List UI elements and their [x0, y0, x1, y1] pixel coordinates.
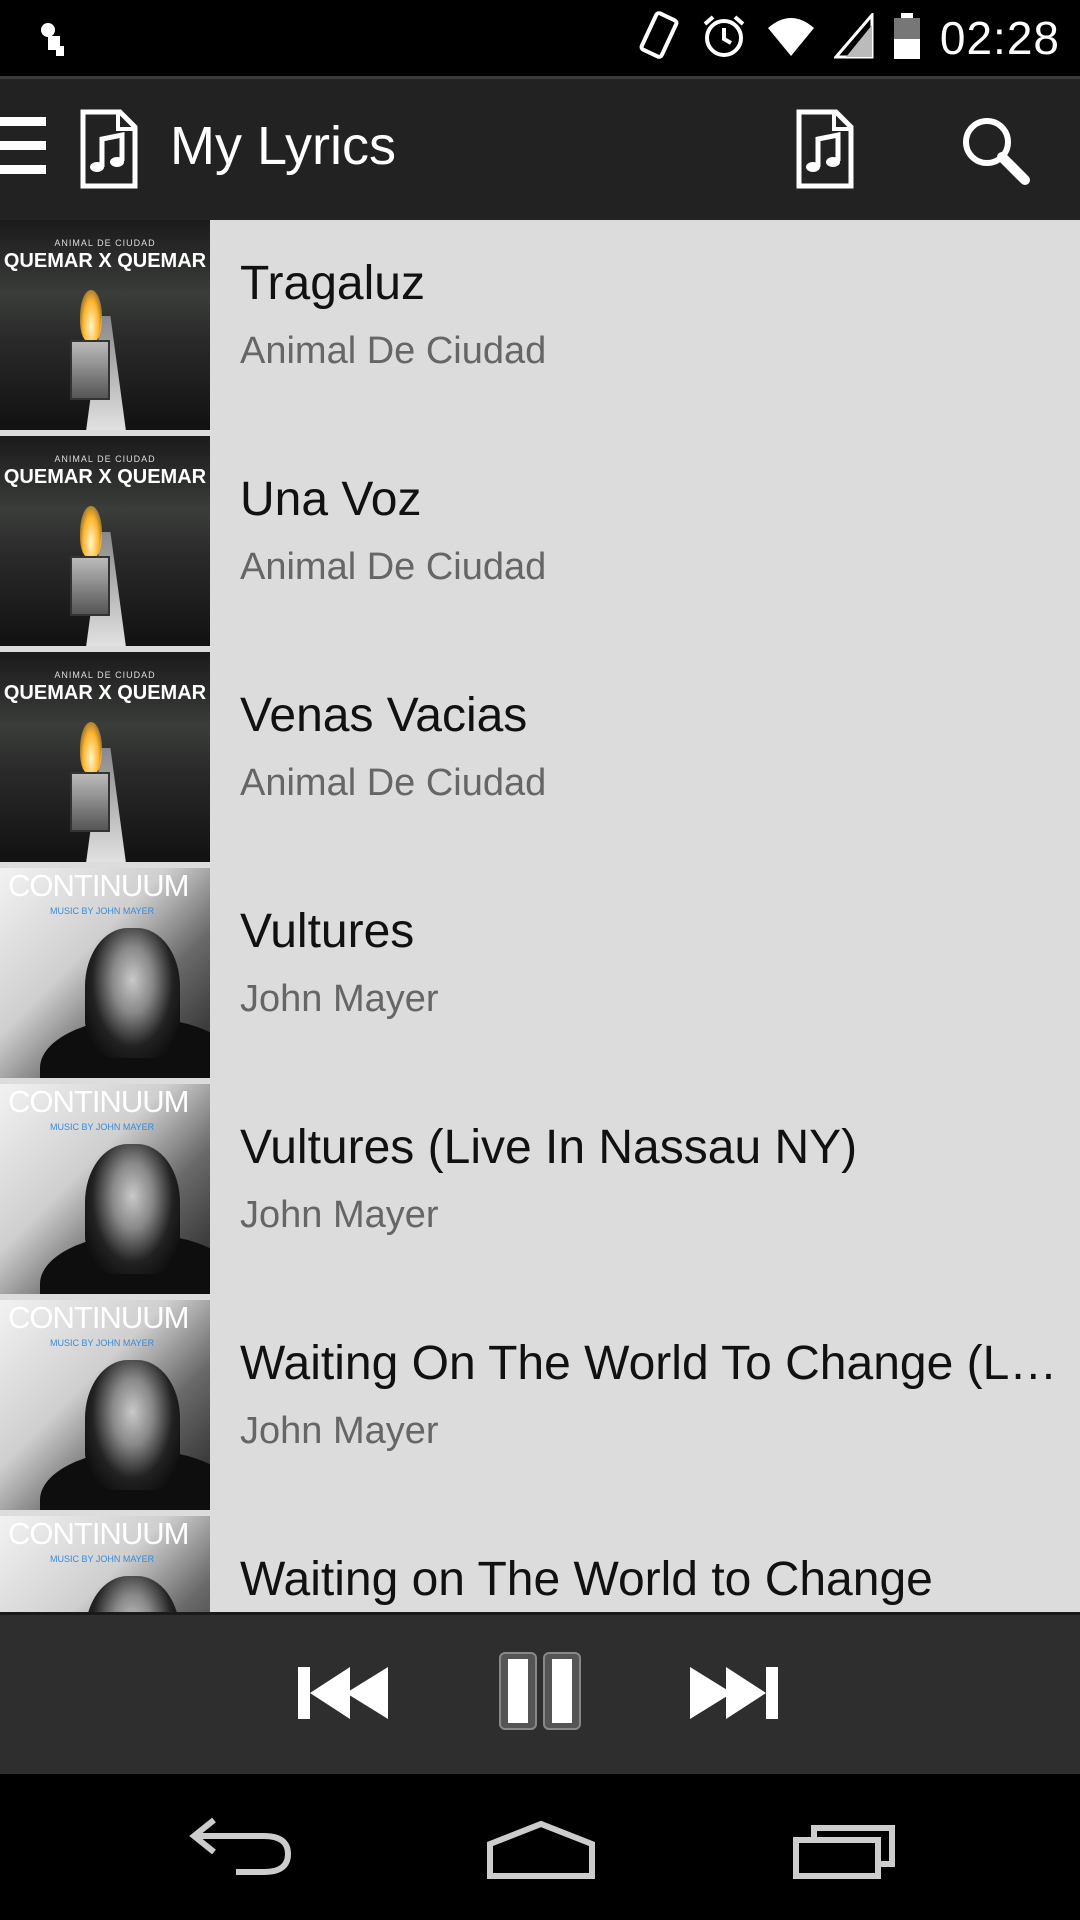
album-art-title: QUEMAR X QUEMAR	[3, 250, 207, 272]
song-artist: John Mayer	[240, 1410, 439, 1452]
song-list[interactable]: ANIMAL DE CIUDAD QUEMAR X QUEMAR Tragalu…	[0, 220, 1080, 1612]
lyrics-file-icon[interactable]	[796, 109, 854, 193]
song-title: Tragaluz	[240, 257, 425, 310]
action-bar: My Lyrics	[0, 76, 1080, 220]
battery-icon	[892, 11, 922, 65]
list-item[interactable]: CONTINUUM MUSIC BY JOHN MAYER Waiting On…	[0, 1300, 1080, 1516]
album-art-title: CONTINUUM	[8, 1084, 189, 1119]
album-art-title: QUEMAR X QUEMAR	[3, 682, 207, 704]
player-controls	[0, 1612, 1080, 1774]
album-art-title: CONTINUUM	[8, 1300, 189, 1335]
album-art-title: CONTINUUM	[8, 1516, 189, 1551]
album-art-artist: ANIMAL DE CIUDAD	[54, 454, 156, 464]
previous-icon[interactable]	[296, 1657, 392, 1731]
clock: 02:28	[939, 12, 1060, 64]
pause-icon[interactable]	[498, 1651, 582, 1735]
album-art-subtitle: MUSIC BY JOHN MAYER	[50, 1554, 155, 1564]
song-artist: John Mayer	[240, 1194, 439, 1236]
song-artist: Animal De Ciudad	[240, 546, 547, 588]
album-art: CONTINUUM MUSIC BY JOHN MAYER	[0, 1516, 210, 1612]
song-title: Vultures	[240, 905, 415, 958]
album-art-subtitle: MUSIC BY JOHN MAYER	[50, 1122, 155, 1132]
album-art-subtitle: MUSIC BY JOHN MAYER	[50, 1338, 155, 1348]
album-art: ANIMAL DE CIUDAD QUEMAR X QUEMAR	[0, 652, 210, 862]
alarm-icon	[700, 12, 748, 64]
list-item[interactable]: CONTINUUM MUSIC BY JOHN MAYER Waiting on…	[0, 1516, 1080, 1612]
album-art: ANIMAL DE CIUDAD QUEMAR X QUEMAR	[0, 436, 210, 646]
song-artist: Animal De Ciudad	[240, 330, 547, 372]
album-art: ANIMAL DE CIUDAD QUEMAR X QUEMAR	[0, 220, 210, 430]
wifi-icon	[766, 14, 816, 62]
song-artist: Animal De Ciudad	[240, 762, 547, 804]
search-icon[interactable]	[960, 115, 1030, 189]
notification-icon	[36, 18, 70, 62]
album-art: CONTINUUM MUSIC BY JOHN MAYER	[0, 868, 210, 1078]
next-icon[interactable]	[686, 1657, 782, 1731]
list-item[interactable]: ANIMAL DE CIUDAD QUEMAR X QUEMAR Venas V…	[0, 652, 1080, 868]
album-art-title: QUEMAR X QUEMAR	[3, 466, 207, 488]
status-bar: 02:28	[0, 0, 1080, 76]
album-art-title: CONTINUUM	[8, 868, 189, 903]
music-file-icon[interactable]	[80, 109, 138, 193]
back-icon[interactable]	[188, 1817, 292, 1882]
album-art: CONTINUUM MUSIC BY JOHN MAYER	[0, 1300, 210, 1510]
album-art-artist: ANIMAL DE CIUDAD	[54, 238, 156, 248]
vibrate-icon	[636, 11, 682, 65]
album-art-artist: ANIMAL DE CIUDAD	[54, 670, 156, 680]
album-art: CONTINUUM MUSIC BY JOHN MAYER	[0, 1084, 210, 1294]
song-title: Vultures (Live In Nassau NY)	[240, 1121, 858, 1174]
song-title: Venas Vacias	[240, 689, 528, 742]
song-artist: John Mayer	[240, 978, 439, 1020]
song-title: Waiting on The World to Change	[240, 1553, 933, 1606]
list-item[interactable]: ANIMAL DE CIUDAD QUEMAR X QUEMAR Tragalu…	[0, 220, 1080, 436]
album-art-subtitle: MUSIC BY JOHN MAYER	[50, 906, 155, 916]
signal-icon	[832, 10, 874, 63]
list-item[interactable]: ANIMAL DE CIUDAD QUEMAR X QUEMAR Una Voz…	[0, 436, 1080, 652]
song-title: Waiting On The World To Change (Liv…	[240, 1337, 1066, 1390]
list-item[interactable]: CONTINUUM MUSIC BY JOHN MAYER Vultures (…	[0, 1084, 1080, 1300]
menu-icon[interactable]	[0, 117, 46, 183]
home-icon[interactable]	[486, 1820, 596, 1884]
list-item[interactable]: CONTINUUM MUSIC BY JOHN MAYER Vultures J…	[0, 868, 1080, 1084]
song-title: Una Voz	[240, 473, 422, 526]
recents-icon[interactable]	[792, 1822, 896, 1884]
system-nav-bar	[0, 1774, 1080, 1920]
page-title: My Lyrics	[170, 116, 396, 176]
